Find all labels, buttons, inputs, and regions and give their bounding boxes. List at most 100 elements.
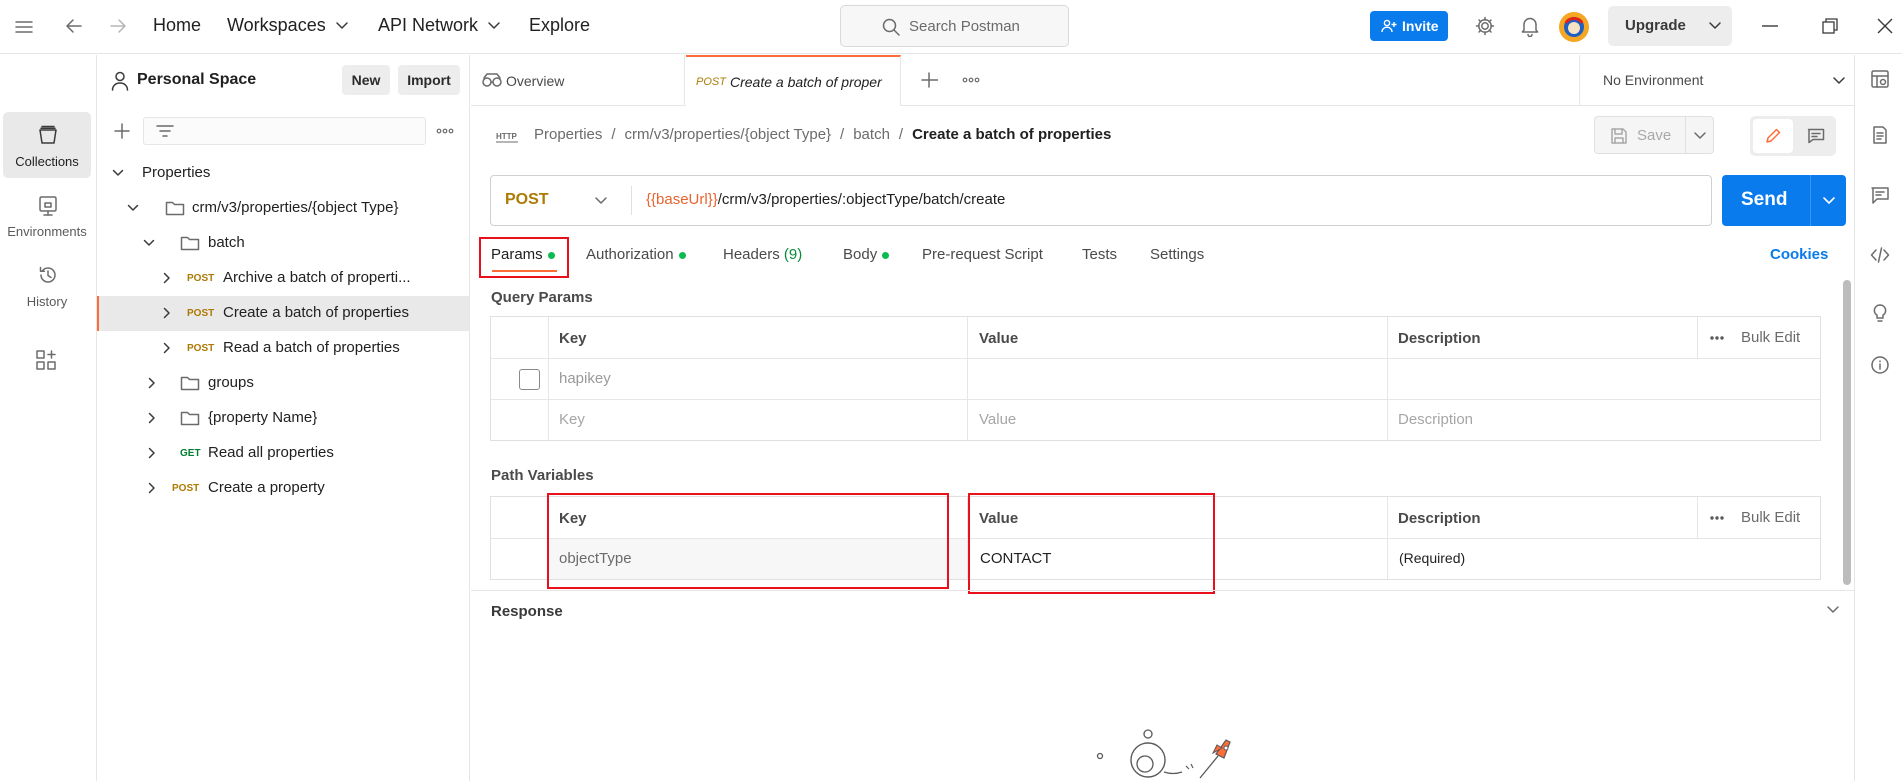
response-title: Response <box>491 603 563 620</box>
edit-mode-button[interactable] <box>1753 119 1793 153</box>
chevron-right-icon[interactable] <box>162 342 172 354</box>
chevron-right-icon[interactable] <box>162 307 172 319</box>
more-options-icon[interactable] <box>1709 515 1725 521</box>
environments-icon <box>37 194 59 216</box>
import-button[interactable]: Import <box>398 65 460 95</box>
sidebar-search-input[interactable] <box>143 117 426 145</box>
nav-api-network[interactable]: API Network <box>378 15 478 36</box>
upgrade-button[interactable]: Upgrade <box>1608 6 1732 46</box>
tree-collection-properties[interactable]: Properties <box>97 156 469 191</box>
close-icon[interactable] <box>1877 18 1893 34</box>
info-icon[interactable] <box>1870 355 1890 375</box>
tree-label: Read a batch of properties <box>223 339 400 356</box>
tab-prerequest-script[interactable]: Pre-request Script <box>922 246 1043 263</box>
avatar[interactable] <box>1558 11 1590 43</box>
path-variable-description[interactable]: (Required) <box>1399 550 1465 566</box>
nav-workspaces[interactable]: Workspaces <box>227 15 326 36</box>
tab-create-batch[interactable]: POST Create a batch of proper <box>686 55 901 106</box>
tab-settings[interactable]: Settings <box>1150 246 1204 263</box>
configure-sidebar-icon[interactable] <box>35 349 57 371</box>
tree-request-create-batch[interactable]: POST Create a batch of properties <box>97 296 469 331</box>
tree-label: Archive a batch of properti... <box>223 269 411 286</box>
chevron-down-icon[interactable] <box>112 168 124 178</box>
chevron-down-icon[interactable] <box>143 238 155 248</box>
nav-home[interactable]: Home <box>153 15 201 36</box>
restore-icon[interactable] <box>1822 18 1838 34</box>
chevron-down-icon[interactable] <box>1693 131 1707 141</box>
cookies-link[interactable]: Cookies <box>1770 246 1828 263</box>
environment-quicklook-icon[interactable] <box>1870 69 1890 89</box>
tree-request-read-batch[interactable]: POST Read a batch of properties <box>97 331 469 366</box>
chevron-right-icon[interactable] <box>147 377 157 389</box>
chevron-right-icon[interactable] <box>147 482 157 494</box>
chevron-down-icon[interactable] <box>1822 196 1836 206</box>
rail-environments[interactable]: Environments <box>3 182 91 248</box>
value-placeholder[interactable]: Value <box>979 411 1016 428</box>
chevron-down-icon[interactable] <box>127 203 139 213</box>
bell-icon[interactable] <box>1520 15 1540 37</box>
chevron-down-icon[interactable] <box>1826 605 1840 615</box>
comments-icon[interactable] <box>1870 185 1890 205</box>
back-arrow-icon[interactable] <box>64 17 84 35</box>
chevron-right-icon[interactable] <box>147 412 157 424</box>
chevron-down-icon[interactable] <box>335 21 349 31</box>
bulk-edit-link[interactable]: Bulk Edit <box>1741 329 1800 346</box>
tree-request-archive-batch[interactable]: POST Archive a batch of properti... <box>97 261 469 296</box>
comment-mode-button[interactable] <box>1799 119 1833 153</box>
more-options-icon[interactable] <box>1709 335 1725 341</box>
menu-icon[interactable] <box>14 18 34 36</box>
new-tab-plus-icon[interactable] <box>920 71 938 89</box>
method-select[interactable]: POST <box>491 176 631 225</box>
tree-request-read-all[interactable]: GET Read all properties <box>97 436 469 471</box>
minimize-icon[interactable] <box>1762 25 1778 27</box>
tab-body[interactable]: Body <box>843 246 890 263</box>
rail-collections-label: Collections <box>15 154 79 169</box>
chevron-right-icon[interactable] <box>147 447 157 459</box>
rail-history-label: History <box>26 294 68 309</box>
rail-history[interactable]: History <box>3 252 91 318</box>
tree-folder-object-type[interactable]: crm/v3/properties/{object Type} <box>97 191 469 226</box>
tab-body-label: Body <box>843 246 878 263</box>
chevron-right-icon[interactable] <box>162 272 172 284</box>
row-enable-checkbox[interactable] <box>519 369 540 390</box>
more-tabs-icon[interactable] <box>962 77 980 83</box>
tab-authorization[interactable]: Authorization <box>586 246 686 263</box>
code-icon[interactable] <box>1870 245 1890 265</box>
more-options-icon[interactable] <box>436 128 454 134</box>
tree-folder-property-name[interactable]: {property Name} <box>97 401 469 436</box>
tab-headers[interactable]: Headers (9) <box>723 246 802 263</box>
bulk-edit-link[interactable]: Bulk Edit <box>1741 509 1800 526</box>
forward-arrow-icon[interactable] <box>108 17 128 35</box>
rail-collections[interactable]: Collections <box>3 112 91 178</box>
pencil-icon <box>1764 127 1782 145</box>
chevron-down-icon[interactable] <box>487 21 501 31</box>
search-bar[interactable]: Search Postman <box>840 5 1069 47</box>
headers-count: (9) <box>783 246 803 263</box>
tree-folder-groups[interactable]: groups <box>97 366 469 401</box>
lightbulb-icon[interactable] <box>1870 303 1890 323</box>
scrollbar-thumb[interactable] <box>1843 280 1851 585</box>
url-input[interactable]: {{baseUrl}}/crm/v3/properties/:objectTyp… <box>646 191 1005 208</box>
plus-icon[interactable] <box>113 122 131 140</box>
status-dot <box>882 251 890 259</box>
tab-tests[interactable]: Tests <box>1082 246 1117 263</box>
breadcrumb-item[interactable]: crm/v3/properties/{object Type} <box>625 126 832 143</box>
breadcrumb-item[interactable]: batch <box>853 126 890 143</box>
breadcrumb-current: Create a batch of properties <box>912 126 1112 143</box>
breadcrumb-item[interactable]: Properties <box>534 126 602 143</box>
documentation-icon[interactable] <box>1870 125 1890 145</box>
tree-request-create-property[interactable]: POST Create a property <box>97 471 469 506</box>
save-button-group[interactable]: Save <box>1594 116 1714 154</box>
invite-button[interactable]: Invite <box>1370 11 1448 41</box>
gear-icon[interactable] <box>1474 15 1496 37</box>
environment-selector[interactable]: No Environment <box>1579 55 1854 106</box>
key-placeholder[interactable]: Key <box>559 411 585 428</box>
send-button[interactable]: Send <box>1722 175 1846 226</box>
tab-overview[interactable]: Overview <box>471 55 685 106</box>
param-key[interactable]: hapikey <box>559 370 611 387</box>
nav-explore[interactable]: Explore <box>529 15 590 36</box>
new-button[interactable]: New <box>342 65 390 95</box>
filter-icon[interactable] <box>156 124 174 138</box>
tree-folder-batch[interactable]: batch <box>97 226 469 261</box>
description-placeholder[interactable]: Description <box>1398 411 1473 428</box>
